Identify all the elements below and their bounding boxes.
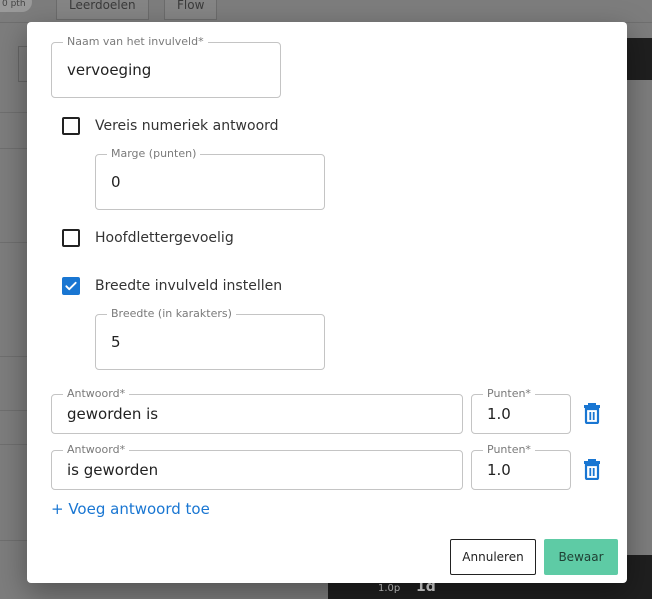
width-checkbox[interactable] <box>62 277 80 295</box>
divider <box>0 148 27 149</box>
margin-field-value: 0 <box>111 173 121 191</box>
points-field-value: 1.0 <box>487 461 511 479</box>
points-field-value: 1.0 <box>487 405 511 423</box>
delete-answer-button[interactable] <box>582 402 602 425</box>
divider <box>0 242 27 243</box>
margin-field-label: Marge (punten) <box>107 147 201 161</box>
answer-field-value: geworden is <box>67 405 159 423</box>
margin-field[interactable]: Marge (punten) 0 <box>95 147 325 210</box>
width-checkbox-label: Breedte invulveld instellen <box>95 278 283 294</box>
points-field-label: Punten* <box>483 443 535 457</box>
tab-flow[interactable]: Flow <box>164 0 218 20</box>
footer-points: 1.0p <box>378 583 401 594</box>
answer-field-value: is geworden <box>67 461 159 479</box>
case-sensitive-label: Hoofdlettergevoelig <box>95 230 234 246</box>
add-answer-link[interactable]: + Voeg antwoord toe <box>51 500 210 518</box>
points-field[interactable]: Punten* 1.0 <box>471 443 571 490</box>
case-sensitive-checkbox-row[interactable]: Hoofdlettergevoelig <box>62 229 234 247</box>
points-chip: 0 pth <box>0 0 32 12</box>
background-tabs: 0 pth Leerdoelen Flow <box>0 0 240 22</box>
numeric-checkbox[interactable] <box>62 117 80 135</box>
width-field[interactable]: Breedte (in karakters) 5 <box>95 307 325 370</box>
edit-blank-dialog: Naam van het invulveld* vervoeging Verei… <box>27 22 627 583</box>
points-field-label: Punten* <box>483 387 535 401</box>
divider <box>0 410 27 411</box>
answer-field[interactable]: Antwoord* geworden is <box>51 387 463 434</box>
delete-answer-button[interactable] <box>582 458 602 481</box>
save-button[interactable]: Bewaar <box>544 539 618 575</box>
numeric-checkbox-row[interactable]: Vereis numeriek antwoord <box>62 117 279 135</box>
width-field-value: 5 <box>111 333 121 351</box>
trash-icon <box>584 403 600 425</box>
answer-field-label: Antwoord* <box>63 443 130 457</box>
trash-icon <box>584 459 600 481</box>
divider <box>0 444 27 445</box>
cancel-button[interactable]: Annuleren <box>450 539 536 575</box>
numeric-checkbox-label: Vereis numeriek antwoord <box>95 118 279 134</box>
name-field-label: Naam van het invulveld* <box>63 35 208 49</box>
answer-field-label: Antwoord* <box>63 387 130 401</box>
tab-leerdoelen[interactable]: Leerdoelen <box>56 0 149 20</box>
width-checkbox-row[interactable]: Breedte invulveld instellen <box>62 277 282 295</box>
name-field[interactable]: Naam van het invulveld* vervoeging <box>51 35 281 98</box>
check-icon <box>65 281 77 291</box>
divider <box>0 112 27 113</box>
answer-field[interactable]: Antwoord* is geworden <box>51 443 463 490</box>
divider <box>0 356 27 357</box>
case-sensitive-checkbox[interactable] <box>62 229 80 247</box>
width-field-label: Breedte (in karakters) <box>107 307 236 321</box>
name-field-value: vervoeging <box>67 61 152 79</box>
points-field[interactable]: Punten* 1.0 <box>471 387 571 434</box>
divider <box>0 540 27 541</box>
